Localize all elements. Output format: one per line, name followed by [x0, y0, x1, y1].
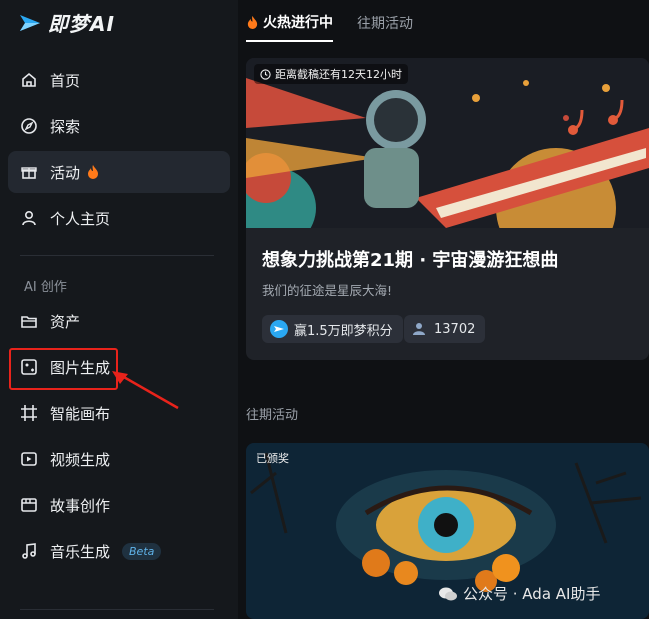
- sidebar-item-label: 故事创作: [50, 496, 111, 515]
- beta-badge: Beta: [122, 542, 162, 560]
- fire-icon: [247, 15, 258, 29]
- sidebar-item-profile[interactable]: 个人主页: [8, 197, 230, 239]
- deadline-badge: 距离截稿还有12天12小时: [254, 64, 408, 84]
- story-icon: [19, 495, 39, 515]
- sidebar-item-video-generate[interactable]: 视频生成: [8, 438, 230, 480]
- sidebar-item-label: 智能画布: [50, 404, 111, 423]
- activity-tabs: 火热进行中 往期活动: [246, 12, 437, 42]
- activity-title: 想象力挑战第21期 · 宇宙漫游狂想曲: [262, 250, 559, 271]
- deadline-text: 距离截稿还有12天12小时: [275, 68, 402, 81]
- past-activities-title: 往期活动: [246, 408, 299, 423]
- awarded-badge: 已颁奖: [256, 452, 289, 465]
- sidebar-item-story[interactable]: 故事创作: [8, 484, 230, 526]
- gift-icon: [19, 162, 39, 182]
- reward-text: 赢1.5万即梦积分: [294, 323, 393, 339]
- folder-icon: [19, 311, 39, 331]
- participants-icon: [413, 323, 425, 335]
- wechat-icon: [439, 587, 457, 600]
- clock-icon: [260, 68, 271, 80]
- sidebar-item-activity[interactable]: 活动: [8, 151, 230, 193]
- participants-badge: 13702: [404, 315, 486, 343]
- section-label-ai-create: AI 创作: [24, 280, 67, 295]
- logo-mark-icon: [20, 14, 40, 31]
- reward-badge: 赢1.5万即梦积分: [262, 315, 403, 343]
- tab-label: 火热进行中: [263, 15, 333, 31]
- participants-count: 13702: [434, 321, 476, 337]
- home-icon: [19, 70, 39, 90]
- compass-icon: [19, 116, 39, 136]
- user-icon: [19, 208, 39, 228]
- annotation-highlight-box: [9, 348, 118, 390]
- sidebar-divider: [20, 255, 214, 256]
- fire-icon: [88, 165, 99, 179]
- sidebar-item-label: 音乐生成: [50, 542, 111, 561]
- sidebar-item-label: 活动: [50, 163, 81, 182]
- sidebar-item-label: 视频生成: [50, 450, 111, 469]
- tab-past[interactable]: 往期活动: [357, 12, 413, 42]
- sidebar-item-label: 资产: [50, 312, 81, 331]
- sidebar: 即梦AI 首页 探索 活动 个人主页 AI 创作 资产 图片生成 智能画布 视频…: [0, 0, 238, 619]
- featured-activity-card[interactable]: 距离截稿还有12天12小时 想象力挑战第21期 · 宇宙漫游狂想曲 我们的征途是…: [246, 58, 649, 360]
- main-content: 火热进行中 往期活动 距离截稿还有12天12小时 想象力挑战第21期 · 宇宙漫…: [238, 0, 649, 619]
- activity-subtitle: 我们的征途是星辰大海!: [262, 283, 393, 298]
- sidebar-divider: [20, 609, 214, 610]
- sidebar-item-label: 首页: [50, 71, 81, 90]
- points-icon: [270, 320, 288, 338]
- sidebar-item-assets[interactable]: 资产: [8, 300, 230, 342]
- watermark-text: 公众号 · Ada AI助手: [463, 585, 601, 603]
- sidebar-item-label: 个人主页: [50, 209, 111, 228]
- sidebar-item-music[interactable]: 音乐生成 Beta: [8, 530, 230, 572]
- sidebar-item-explore[interactable]: 探索: [8, 105, 230, 147]
- annotation-arrow: [112, 371, 179, 410]
- tab-label: 往期活动: [357, 16, 413, 32]
- app-name: 即梦AI: [48, 12, 115, 36]
- app-logo[interactable]: 即梦AI: [18, 8, 115, 37]
- sidebar-item-home[interactable]: 首页: [8, 59, 230, 101]
- canvas-icon: [19, 403, 39, 423]
- tab-hot[interactable]: 火热进行中: [246, 12, 333, 42]
- music-icon: [19, 541, 39, 561]
- sidebar-item-label: 探索: [50, 117, 81, 136]
- video-generate-icon: [19, 449, 39, 469]
- watermark: 公众号 · Ada AI助手: [438, 583, 600, 604]
